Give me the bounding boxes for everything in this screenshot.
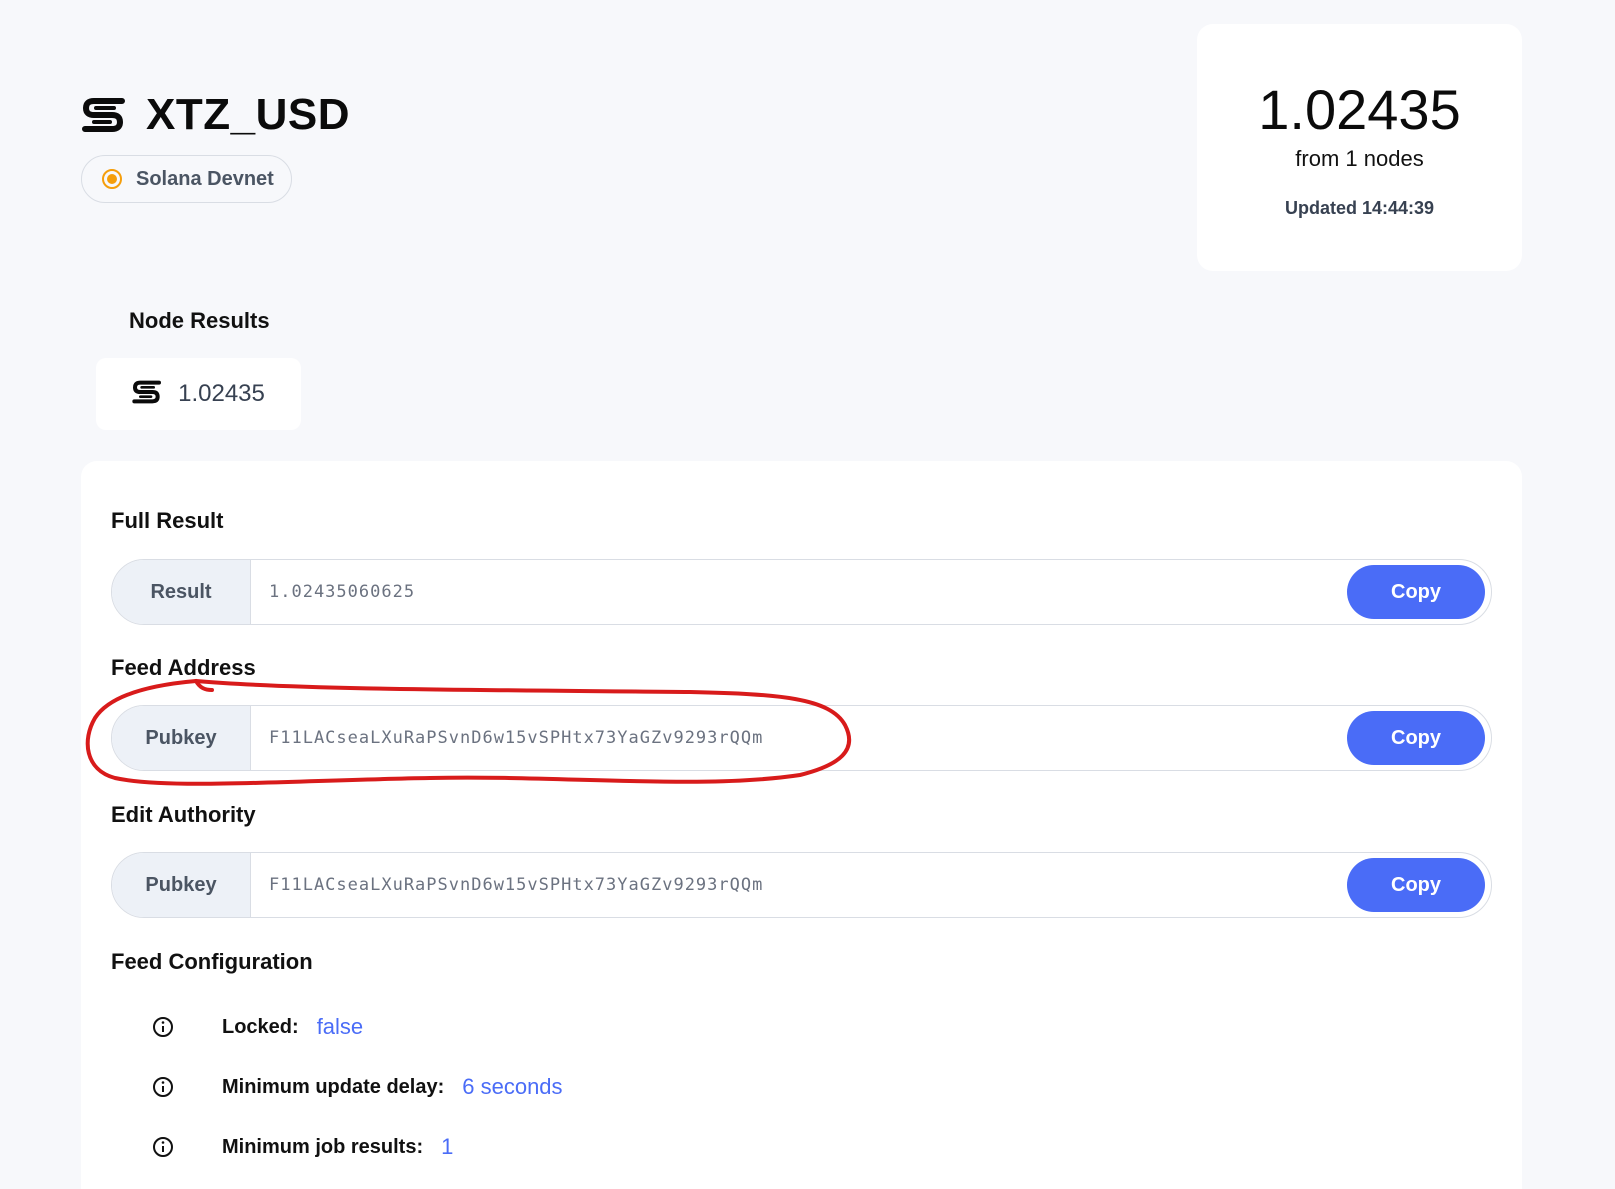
price-card: 1.02435 from 1 nodes Updated 14:44:39 bbox=[1197, 24, 1522, 271]
network-badge[interactable]: Solana Devnet bbox=[81, 155, 292, 203]
edit-authority-value[interactable]: F11LACseaLXuRaPSvnD6w15vSPHtx73YaGZv9293… bbox=[251, 875, 1347, 895]
price-updated-time: Updated 14:44:39 bbox=[1284, 198, 1435, 218]
feed-address-heading: Feed Address bbox=[111, 655, 256, 680]
info-icon[interactable] bbox=[152, 1076, 174, 1098]
node-result-value: 1.02435 bbox=[178, 380, 265, 407]
info-icon[interactable] bbox=[152, 1136, 174, 1158]
node-results-heading: Node Results bbox=[129, 308, 270, 333]
config-value: 6 seconds bbox=[462, 1074, 563, 1099]
feed-header: XTZ_USD bbox=[82, 90, 350, 140]
config-label: Minimum job results: bbox=[222, 1135, 424, 1158]
page: XTZ_USD Solana Devnet 1.02435 from 1 nod… bbox=[0, 0, 1615, 1189]
config-value: 1 bbox=[441, 1134, 454, 1159]
price-value: 1.02435 bbox=[1258, 78, 1461, 141]
full-result-prefix: Result bbox=[112, 560, 251, 624]
full-result-field: Result 1.02435060625 Copy bbox=[111, 559, 1492, 625]
copy-edit-authority-button[interactable]: Copy bbox=[1347, 858, 1485, 912]
feed-configuration-heading: Feed Configuration bbox=[111, 949, 313, 974]
edit-authority-prefix: Pubkey bbox=[112, 853, 251, 917]
config-item-locked: Locked: false bbox=[152, 1014, 363, 1040]
info-icon[interactable] bbox=[152, 1016, 174, 1038]
copy-result-button[interactable]: Copy bbox=[1347, 565, 1485, 619]
edit-authority-heading: Edit Authority bbox=[111, 802, 256, 827]
feed-address-field: Pubkey F11LACseaLXuRaPSvnD6w15vSPHtx73Ya… bbox=[111, 705, 1492, 771]
switchboard-logo-icon bbox=[82, 97, 126, 133]
network-status-icon bbox=[102, 169, 122, 189]
config-label: Minimum update delay: bbox=[222, 1075, 445, 1098]
config-item-min-job-results: Minimum job results: 1 bbox=[152, 1134, 453, 1160]
copy-feed-address-button[interactable]: Copy bbox=[1347, 711, 1485, 765]
config-label: Locked: bbox=[222, 1015, 299, 1038]
page-title: XTZ_USD bbox=[146, 90, 350, 139]
config-value: false bbox=[316, 1014, 364, 1039]
network-label: Solana Devnet bbox=[136, 167, 274, 190]
feed-address-prefix: Pubkey bbox=[112, 706, 251, 770]
config-item-min-update-delay: Minimum update delay: 6 seconds bbox=[152, 1074, 563, 1100]
node-result-card[interactable]: 1.02435 bbox=[96, 358, 301, 430]
switchboard-logo-icon bbox=[132, 380, 162, 409]
price-nodes-count: from 1 nodes bbox=[1295, 146, 1424, 171]
full-result-value[interactable]: 1.02435060625 bbox=[251, 582, 1347, 602]
full-result-heading: Full Result bbox=[111, 508, 224, 533]
feed-address-value[interactable]: F11LACseaLXuRaPSvnD6w15vSPHtx73YaGZv9293… bbox=[251, 728, 1347, 748]
edit-authority-field: Pubkey F11LACseaLXuRaPSvnD6w15vSPHtx73Ya… bbox=[111, 852, 1492, 918]
